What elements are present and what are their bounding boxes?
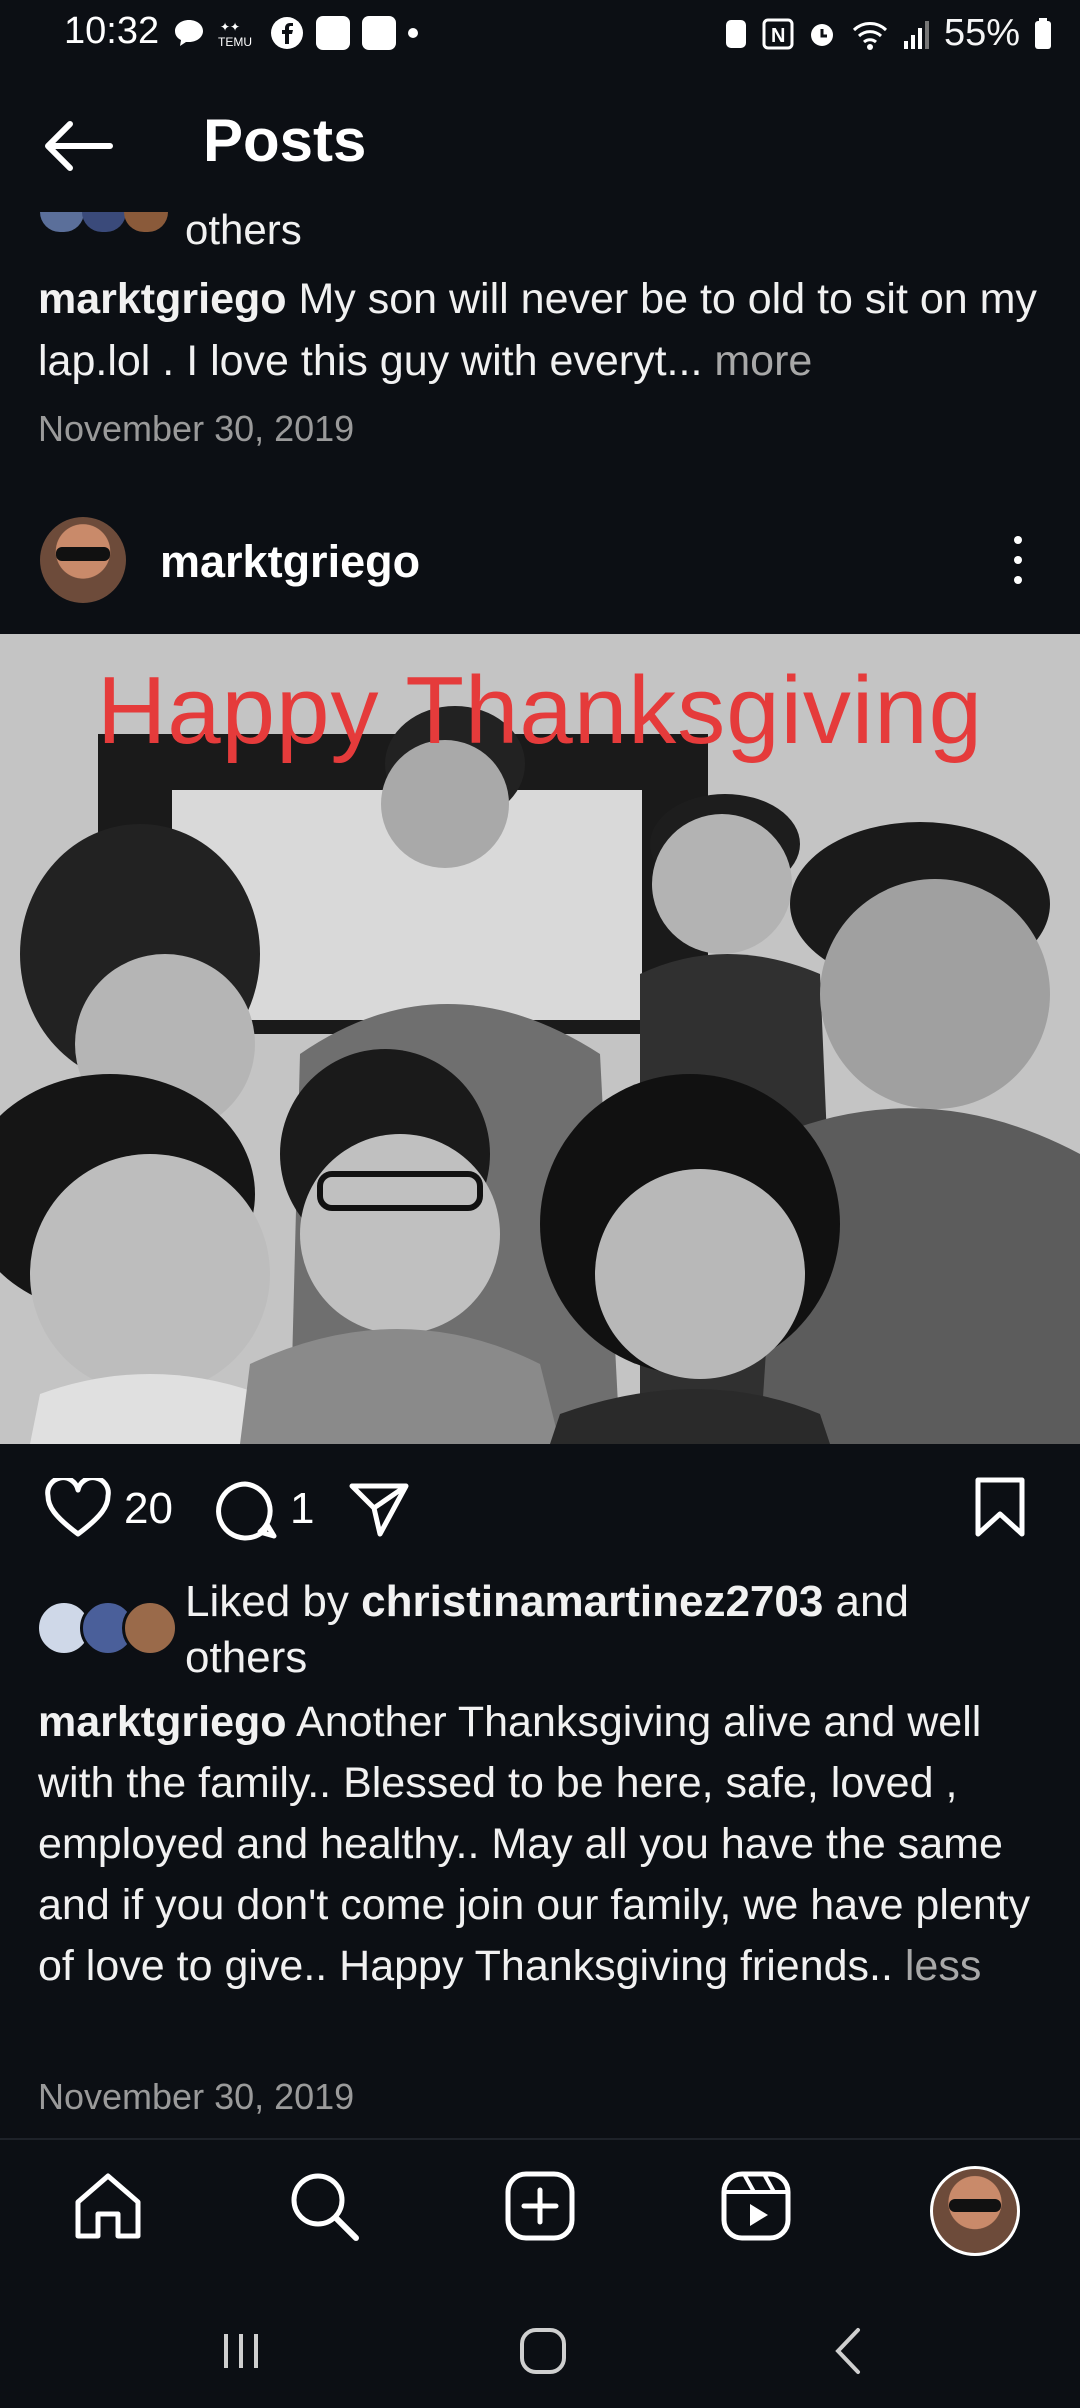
bookmark-icon[interactable]: [970, 1474, 1030, 1540]
liker-avatar: [122, 1600, 178, 1656]
post-date: November 30, 2019: [38, 2076, 355, 2117]
caption-username[interactable]: marktgriego: [38, 1698, 287, 1746]
liker-avatar: [40, 212, 84, 232]
liked-by-user[interactable]: christinamartinez2703: [361, 1577, 823, 1626]
liked-by-suffix: and: [823, 1577, 909, 1626]
post-actions: 20 1: [0, 1460, 1080, 1560]
chat-bubble-icon: [175, 20, 203, 46]
photo-overlay-text: Happy Thanksgiving: [96, 657, 984, 764]
wifi-icon: [852, 21, 887, 50]
comment-icon[interactable]: [212, 1478, 278, 1542]
heart-icon[interactable]: [44, 1478, 112, 1540]
nfc-icon: [725, 19, 746, 48]
app-header: Posts: [0, 72, 1080, 222]
svg-text:✦✦: ✦✦: [220, 20, 240, 34]
search-icon[interactable]: [284, 2166, 364, 2246]
post-caption: marktgriego My son will never be to old …: [38, 268, 1048, 392]
status-time: 10:32: [64, 10, 160, 52]
post-photo[interactable]: Happy Thanksgiving: [0, 634, 1080, 1444]
signal-icon: [903, 20, 929, 49]
battery-text: 55%: [943, 12, 1020, 54]
liked-by-text: Liked by christinamartinez2703 and other…: [185, 1574, 909, 1686]
svg-text:TEMU: TEMU: [218, 35, 252, 49]
reels-icon[interactable]: [716, 2166, 796, 2246]
bottom-nav: [0, 2140, 1080, 2270]
comments-count[interactable]: 1: [290, 1484, 314, 1534]
home-icon[interactable]: [68, 2166, 148, 2246]
caption-username[interactable]: marktgriego: [38, 275, 287, 323]
liker-avatar: [124, 212, 168, 232]
svg-text:N: N: [771, 25, 785, 47]
status-bar: 10:32 ✦✦ TEMU N 55%: [0, 0, 1080, 72]
system-nav-bar: [0, 2300, 1080, 2408]
liked-by-others: others: [185, 206, 302, 253]
liked-by-prefix: Liked by: [185, 1577, 362, 1626]
create-post-icon[interactable]: [500, 2166, 580, 2246]
page-title: Posts: [203, 107, 367, 174]
back-button-icon[interactable]: [828, 2324, 868, 2378]
home-button-icon[interactable]: [516, 2324, 570, 2378]
status-right-icons: N 55%: [722, 12, 1054, 55]
post-username[interactable]: marktgriego: [160, 536, 420, 588]
recent-apps-icon[interactable]: [216, 2326, 266, 2376]
post-date: November 30, 2019: [38, 408, 355, 449]
likes-count[interactable]: 20: [124, 1484, 173, 1534]
post-caption: marktgriego Another Thanksgiving alive a…: [38, 1692, 1058, 1997]
alarm-icon: [810, 23, 833, 46]
less-link[interactable]: less: [893, 1942, 981, 1990]
battery-icon: [1035, 17, 1051, 49]
liked-by-others[interactable]: others: [185, 1633, 307, 1682]
temu-icon: ✦✦TEMU: [218, 20, 252, 49]
user-avatar[interactable]: [40, 517, 126, 603]
share-icon[interactable]: [346, 1478, 412, 1540]
status-left-icons: ✦✦ TEMU: [172, 16, 418, 50]
profile-avatar[interactable]: [930, 2166, 1020, 2256]
more-link[interactable]: more: [702, 337, 812, 385]
liker-avatar: [82, 212, 126, 232]
n-icon: N: [762, 18, 794, 49]
facebook-icon: [271, 17, 303, 49]
dot-icon: [408, 28, 418, 38]
app-icon: [362, 16, 396, 50]
back-arrow-icon[interactable]: [40, 116, 116, 176]
messenger-icon: [316, 16, 350, 50]
more-options-icon[interactable]: [1004, 536, 1032, 590]
